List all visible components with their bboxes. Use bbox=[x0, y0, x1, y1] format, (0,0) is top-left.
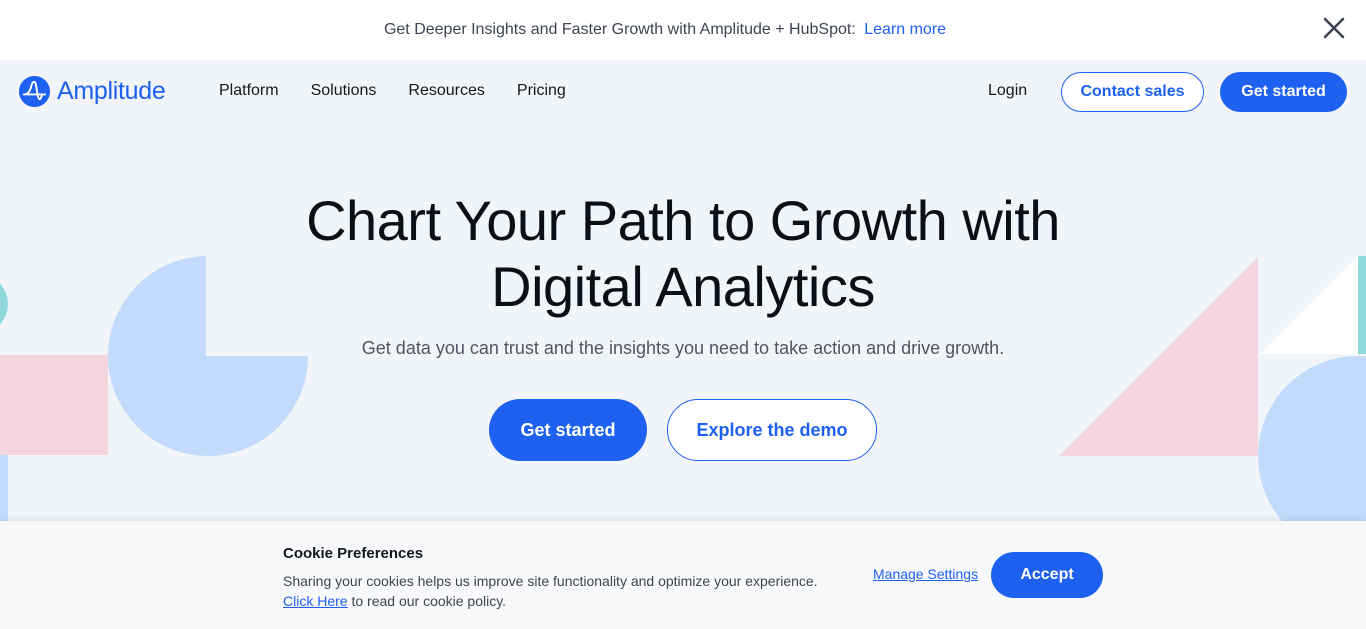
hero-subtitle: Get data you can trust and the insights … bbox=[361, 338, 1005, 358]
hero-title: Chart Your Path to Growth with Digital A… bbox=[0, 188, 1366, 320]
announcement-bar: Get Deeper Insights and Faster Growth wi… bbox=[0, 0, 1366, 60]
hero-title-line1: Chart Your Path to Growth with bbox=[306, 189, 1060, 252]
nav-item-resources[interactable]: Resources bbox=[408, 82, 484, 100]
cookie-policy-link[interactable]: Click Here bbox=[283, 593, 348, 609]
pink-square-shape bbox=[0, 355, 108, 455]
blue-strip-shape bbox=[0, 455, 8, 521]
contact-sales-button[interactable]: Contact sales bbox=[1061, 72, 1204, 112]
brand-logo[interactable]: Amplitude bbox=[18, 75, 166, 108]
cookie-banner: Cookie Preferences Sharing your cookies … bbox=[0, 521, 1366, 629]
nav-item-platform[interactable]: Platform bbox=[219, 82, 279, 100]
login-link[interactable]: Login bbox=[988, 82, 1027, 100]
accept-cookies-button[interactable]: Accept bbox=[991, 552, 1103, 598]
close-icon[interactable] bbox=[1322, 16, 1346, 40]
announcement-text: Get Deeper Insights and Faster Growth wi… bbox=[383, 21, 856, 38]
hero-get-started-button[interactable]: Get started bbox=[489, 399, 647, 461]
announcement-text-wrap: Get Deeper Insights and Faster Growth wi… bbox=[384, 21, 946, 39]
nav-menu: Platform Solutions Resources Pricing bbox=[219, 82, 598, 100]
explore-demo-button[interactable]: Explore the demo bbox=[667, 399, 877, 461]
cookie-description: Sharing your cookies helps us improve si… bbox=[283, 573, 818, 589]
nav-item-solutions[interactable]: Solutions bbox=[311, 82, 377, 100]
main-nav: Amplitude Platform Solutions Resources P… bbox=[0, 60, 1366, 124]
cookie-title: Cookie Preferences bbox=[283, 545, 424, 562]
amplitude-logo-icon bbox=[18, 75, 51, 108]
nav-item-pricing[interactable]: Pricing bbox=[517, 82, 566, 100]
cookie-text: Sharing your cookies helps us improve si… bbox=[283, 571, 843, 611]
nav-get-started-button[interactable]: Get started bbox=[1220, 72, 1347, 112]
announcement-learn-more-link[interactable]: Learn more bbox=[864, 21, 946, 38]
brand-name: Amplitude bbox=[57, 77, 166, 105]
hero-decorative-shapes bbox=[0, 256, 1366, 521]
manage-settings-link[interactable]: Manage Settings bbox=[873, 566, 978, 582]
cookie-policy-text: to read our cookie policy. bbox=[351, 593, 507, 609]
blue-circle-shape bbox=[1258, 356, 1366, 521]
hero-title-line2: Digital Analytics bbox=[491, 255, 875, 318]
